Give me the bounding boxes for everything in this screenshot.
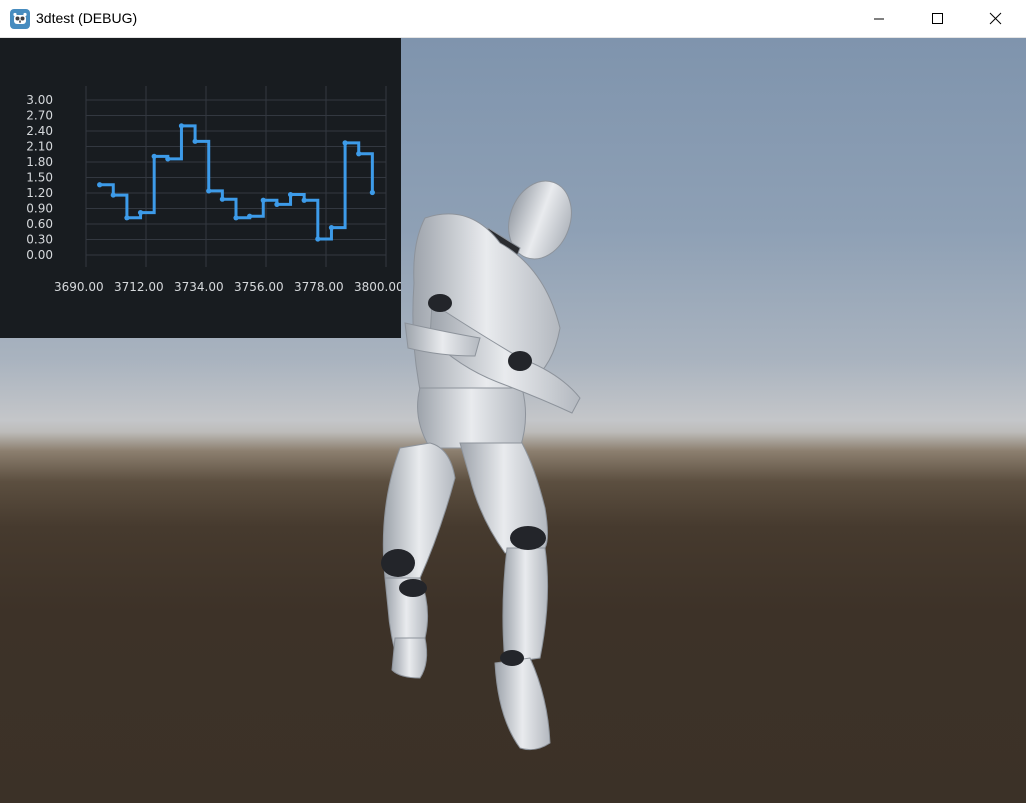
- data-point: [206, 188, 212, 194]
- data-point: [260, 197, 266, 203]
- x-tick-label: 3800.00: [354, 280, 401, 294]
- data-point: [151, 153, 157, 159]
- minimize-icon: [874, 18, 884, 20]
- x-tick-label: 3690.00: [54, 280, 104, 294]
- data-point: [178, 123, 185, 129]
- data-point: [274, 201, 280, 207]
- y-tick-label: 0.00: [26, 248, 53, 262]
- step-line-chart: 3.00 2.702.40 2.101.80 1.501.20 0.900.60 0.30…: [26, 86, 401, 294]
- data-point: [165, 156, 171, 162]
- y-tick-label: 0.90: [26, 202, 53, 216]
- maximize-button[interactable]: [908, 0, 966, 38]
- y-tick-label: 2.40: [26, 124, 53, 138]
- y-axis-ticks: 3.00 2.702.40 2.101.80 1.501.20 0.900.60 0.30…: [26, 93, 53, 262]
- data-point: [287, 191, 294, 198]
- y-tick-label: 3.00: [26, 93, 53, 107]
- data-point: [192, 138, 198, 144]
- y-tick-label: 0.60: [26, 217, 53, 231]
- app-window: 3dtest (DEBUG) 3.00 2.70 2.40 2.10 1.80 …: [0, 0, 1026, 803]
- y-tick-label: 2.70: [26, 109, 53, 123]
- chart-grid: [85, 86, 387, 267]
- y-tick-label: 1.20: [26, 186, 53, 200]
- godot-engine-icon: [10, 9, 30, 29]
- minimize-button[interactable]: [850, 0, 908, 38]
- data-point: [342, 140, 348, 146]
- x-tick-label: 3756.00: [234, 280, 284, 294]
- data-point: [301, 197, 307, 203]
- maximize-icon: [932, 13, 943, 24]
- data-point: [328, 225, 335, 231]
- data-point: [369, 189, 375, 196]
- close-button[interactable]: [966, 0, 1024, 38]
- chart-panel: 3.00 2.70 2.40 2.10 1.80 1.50 1.20 0.90 0.60 0.30…: [0, 38, 401, 338]
- x-axis-ticks: 3690.00 3712.00 3734.00 3756.00 3778.00 3800.…: [54, 280, 401, 294]
- data-point: [97, 182, 103, 188]
- x-tick-label: 3778.00: [294, 280, 344, 294]
- y-tick-label: 1.50: [26, 171, 53, 185]
- x-tick-label: 3734.00: [174, 280, 224, 294]
- data-point: [137, 210, 144, 216]
- data-point: [356, 151, 362, 157]
- window-title: 3dtest (DEBUG): [36, 10, 138, 26]
- y-tick-label: 1.80: [26, 155, 53, 169]
- data-point: [247, 213, 253, 219]
- series-line: [99, 124, 374, 241]
- y-tick-label: 0.30: [26, 233, 53, 247]
- x-tick-label: 3712.00: [114, 280, 164, 294]
- y-tick-label: 2.10: [26, 140, 53, 154]
- data-point: [110, 192, 116, 198]
- data-point: [219, 196, 225, 202]
- data-point: [233, 215, 239, 221]
- 3d-viewport[interactable]: 3.00 2.70 2.40 2.10 1.80 1.50 1.20 0.90 0.60 0.30…: [0, 38, 1026, 803]
- data-point: [124, 215, 130, 221]
- title-bar[interactable]: 3dtest (DEBUG): [0, 0, 1026, 38]
- close-icon: [989, 12, 1002, 25]
- data-point: [315, 236, 321, 242]
